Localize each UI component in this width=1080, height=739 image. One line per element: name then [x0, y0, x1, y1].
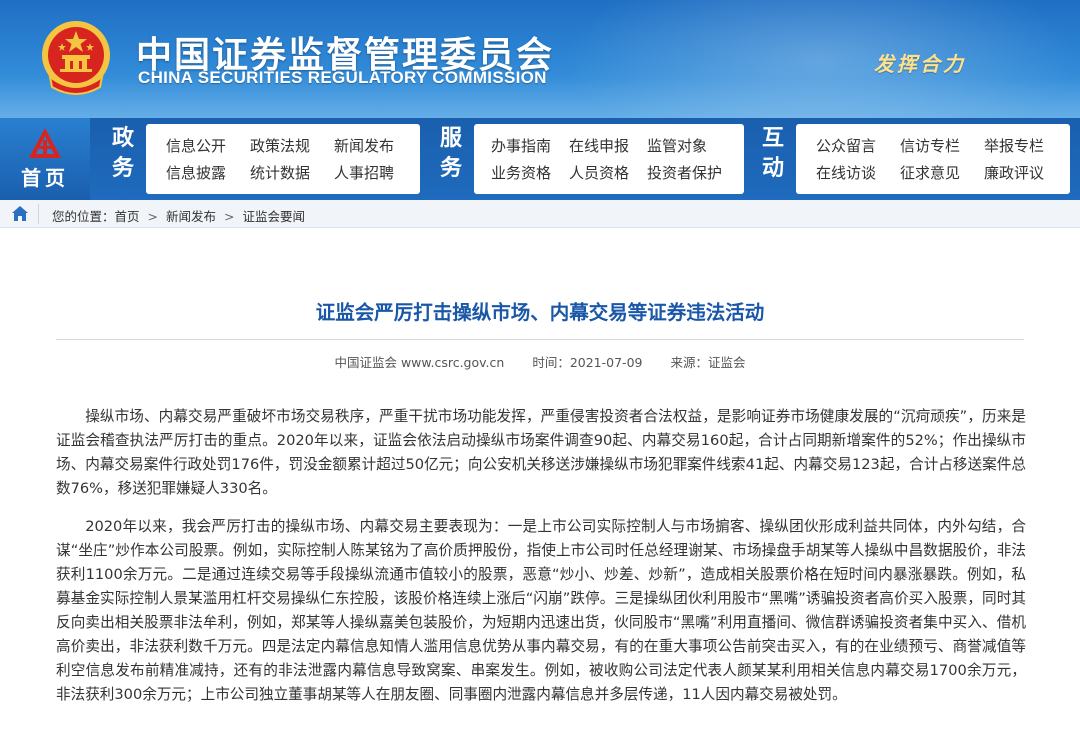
nav-link-report[interactable]: 举报专栏 — [984, 135, 1044, 156]
nav-home-label: 首页 — [21, 166, 69, 190]
nav-link-regulated[interactable]: 监管对象 — [647, 135, 707, 156]
nav-link-disclosure[interactable]: 信息披露 — [166, 162, 250, 183]
national-emblem-icon[interactable] — [40, 17, 112, 97]
site-header: 中国证券监督管理委员会 CHINA SECURITIES REGULATORY … — [0, 0, 1080, 118]
breadcrumb-item-home[interactable]: 首页 — [115, 206, 140, 225]
breadcrumb-separator: > — [224, 209, 235, 224]
article-origin: 来源：证监会 — [670, 355, 746, 370]
breadcrumb-prefix: 您的位置： — [52, 209, 115, 224]
nav-link-statistics[interactable]: 统计数据 — [250, 162, 334, 183]
nav-section-label-service: 服 务 — [439, 126, 462, 181]
nav-link-policy[interactable]: 政策法规 — [250, 135, 334, 156]
nav-box-interact: 公众留言 信访专栏 举报专栏 在线访谈 征求意见 廉政评议 — [796, 124, 1070, 194]
nav-section-label-interact: 互 动 — [761, 126, 784, 181]
article-paragraph-2: 2020年以来，我会严厉打击的操纵市场、内幕交易主要表现为：一是上市公司实际控制… — [56, 518, 1026, 703]
article-divider — [56, 339, 1024, 340]
main-nav: 首页 政 务 信息公开 政策法规 新闻发布 信息披露 统计数据 人事招聘 服 务… — [0, 118, 1080, 200]
breadcrumb-item-headlines[interactable]: 证监会要闻 — [243, 206, 306, 225]
csrc-logo-icon — [29, 128, 61, 158]
nav-link-integrity-review[interactable]: 廉政评议 — [984, 162, 1044, 183]
home-icon[interactable] — [11, 205, 29, 222]
nav-link-public-message[interactable]: 公众留言 — [816, 135, 900, 156]
nav-link-info-public[interactable]: 信息公开 — [166, 135, 250, 156]
breadcrumb-divider — [38, 204, 39, 224]
article-time: 时间：2021-07-09 — [532, 355, 643, 370]
article-title: 证监会严厉打击操纵市场、内幕交易等证券违法活动 — [315, 301, 765, 324]
nav-box-service: 办事指南 在线申报 监管对象 业务资格 人员资格 投资者保护 — [474, 124, 744, 194]
nav-link-solicit-opinion[interactable]: 征求意见 — [900, 162, 984, 183]
article-meta: 中国证监会 www.csrc.gov.cn 时间：2021-07-09 来源：证监会 — [0, 352, 1080, 371]
site-title-en: CHINA SECURITIES REGULATORY COMMISSION — [138, 68, 547, 87]
breadcrumb-separator: > — [147, 209, 159, 224]
nav-link-petition[interactable]: 信访专栏 — [900, 135, 984, 156]
article-paragraph-1: 操纵市场、内幕交易严重破坏市场交易秩序，严重干扰市场功能发挥，严重侵害投资者合法… — [56, 408, 1026, 497]
nav-link-news[interactable]: 新闻发布 — [334, 135, 394, 156]
breadcrumb: 您的位置：首页 > 新闻发布 > 证监会要闻 — [52, 206, 305, 225]
breadcrumb-item-news[interactable]: 新闻发布 — [166, 206, 216, 225]
nav-link-business-qual[interactable]: 业务资格 — [491, 162, 569, 183]
nav-link-guide[interactable]: 办事指南 — [491, 135, 569, 156]
nav-link-online-apply[interactable]: 在线申报 — [569, 135, 647, 156]
header-slogan: 发挥合力 — [874, 52, 966, 76]
nav-box-gov: 信息公开 政策法规 新闻发布 信息披露 统计数据 人事招聘 — [146, 124, 420, 194]
nav-link-investor-protection[interactable]: 投资者保护 — [647, 162, 722, 183]
breadcrumb-bar: 您的位置：首页 > 新闻发布 > 证监会要闻 — [0, 200, 1080, 228]
nav-link-personnel-qual[interactable]: 人员资格 — [569, 162, 647, 183]
article-source[interactable]: 中国证监会 www.csrc.gov.cn — [334, 352, 504, 371]
nav-home-button[interactable]: 首页 — [0, 118, 90, 200]
nav-section-label-gov: 政 务 — [111, 126, 134, 181]
nav-link-online-interview[interactable]: 在线访谈 — [816, 162, 900, 183]
nav-link-recruitment[interactable]: 人事招聘 — [334, 162, 394, 183]
